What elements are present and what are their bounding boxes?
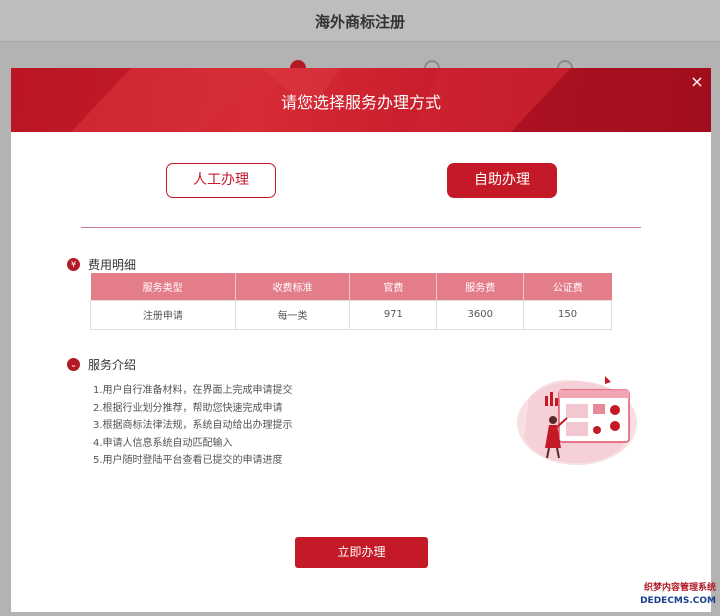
fee-table-header-row: 服务类型 收费标准 官费 服务费 公证费: [90, 273, 612, 300]
chevron-down-icon: ⌄: [67, 358, 80, 371]
self-service-mode-button[interactable]: 自助办理: [447, 163, 557, 198]
table-cell-service-type: 注册申请: [90, 299, 236, 330]
background-header: 海外商标注册: [0, 0, 720, 42]
list-item: 4.申请人信息系统自动匹配输入: [93, 437, 233, 449]
column-header-notary-fee: 公证费: [523, 273, 612, 300]
column-header-fee-standard: 收费标准: [234, 273, 350, 300]
manual-mode-button[interactable]: 人工办理: [166, 163, 276, 198]
list-item: 1.用户自行准备材料，在界面上完成申请提交: [93, 385, 293, 396]
table-cell-fee-standard: 每一类: [234, 299, 351, 330]
table-row: 注册申请 每一类 971 3600 150: [90, 299, 612, 330]
modal-title: 请您选择服务办理方式: [280, 93, 441, 112]
column-header-official-fee: 官费: [349, 273, 437, 300]
service-mode-modal: 请您选择服务办理方式 × 人工办理 自助办理 ¥ 费用明细 服务类型 收费标准 …: [11, 68, 711, 612]
table-cell-notary-fee: 150: [523, 299, 612, 330]
intro-section-title: 服务介绍: [88, 358, 137, 372]
fee-section-heading: ¥ 费用明细: [67, 256, 136, 273]
column-header-service-fee: 服务费: [436, 273, 524, 300]
list-item: 3.根据商标法律法规，系统自动给出办理提示: [93, 420, 293, 432]
watermark-line-1: 织梦内容管理系统: [643, 583, 716, 593]
apply-now-button[interactable]: 立即办理: [295, 537, 428, 568]
watermark-line-2: DEDECMS.COM: [640, 596, 716, 606]
list-item: 5.用户随时登陆平台查看已提交的申请进度: [93, 455, 283, 467]
fee-table: 服务类型 收费标准 官费 服务费 公证费 注册申请 每一类 971 3600 1…: [90, 273, 612, 330]
intro-section-heading: ⌄ 服务介绍: [67, 356, 136, 373]
yen-icon: ¥: [67, 258, 80, 271]
table-cell-official-fee: 971: [349, 299, 438, 330]
divider: [81, 227, 641, 228]
column-header-service-type: 服务类型: [90, 273, 236, 300]
modal-header: 请您选择服务办理方式 ×: [11, 68, 711, 132]
table-cell-service-fee: 3600: [436, 299, 525, 330]
list-item: 2.根据行业划分推荐，帮助您快速完成申请: [93, 402, 283, 414]
watermark: 织梦内容管理系统 DEDECMS.COM: [608, 582, 716, 612]
close-icon[interactable]: ×: [689, 74, 705, 90]
background-page-title: 海外商标注册: [314, 13, 405, 31]
fee-section-title: 费用明细: [88, 258, 137, 272]
service-illustration: [517, 376, 637, 465]
intro-list: 1.用户自行准备材料，在界面上完成申请提交 2.根据行业划分推荐，帮助您快速完成…: [93, 382, 293, 470]
